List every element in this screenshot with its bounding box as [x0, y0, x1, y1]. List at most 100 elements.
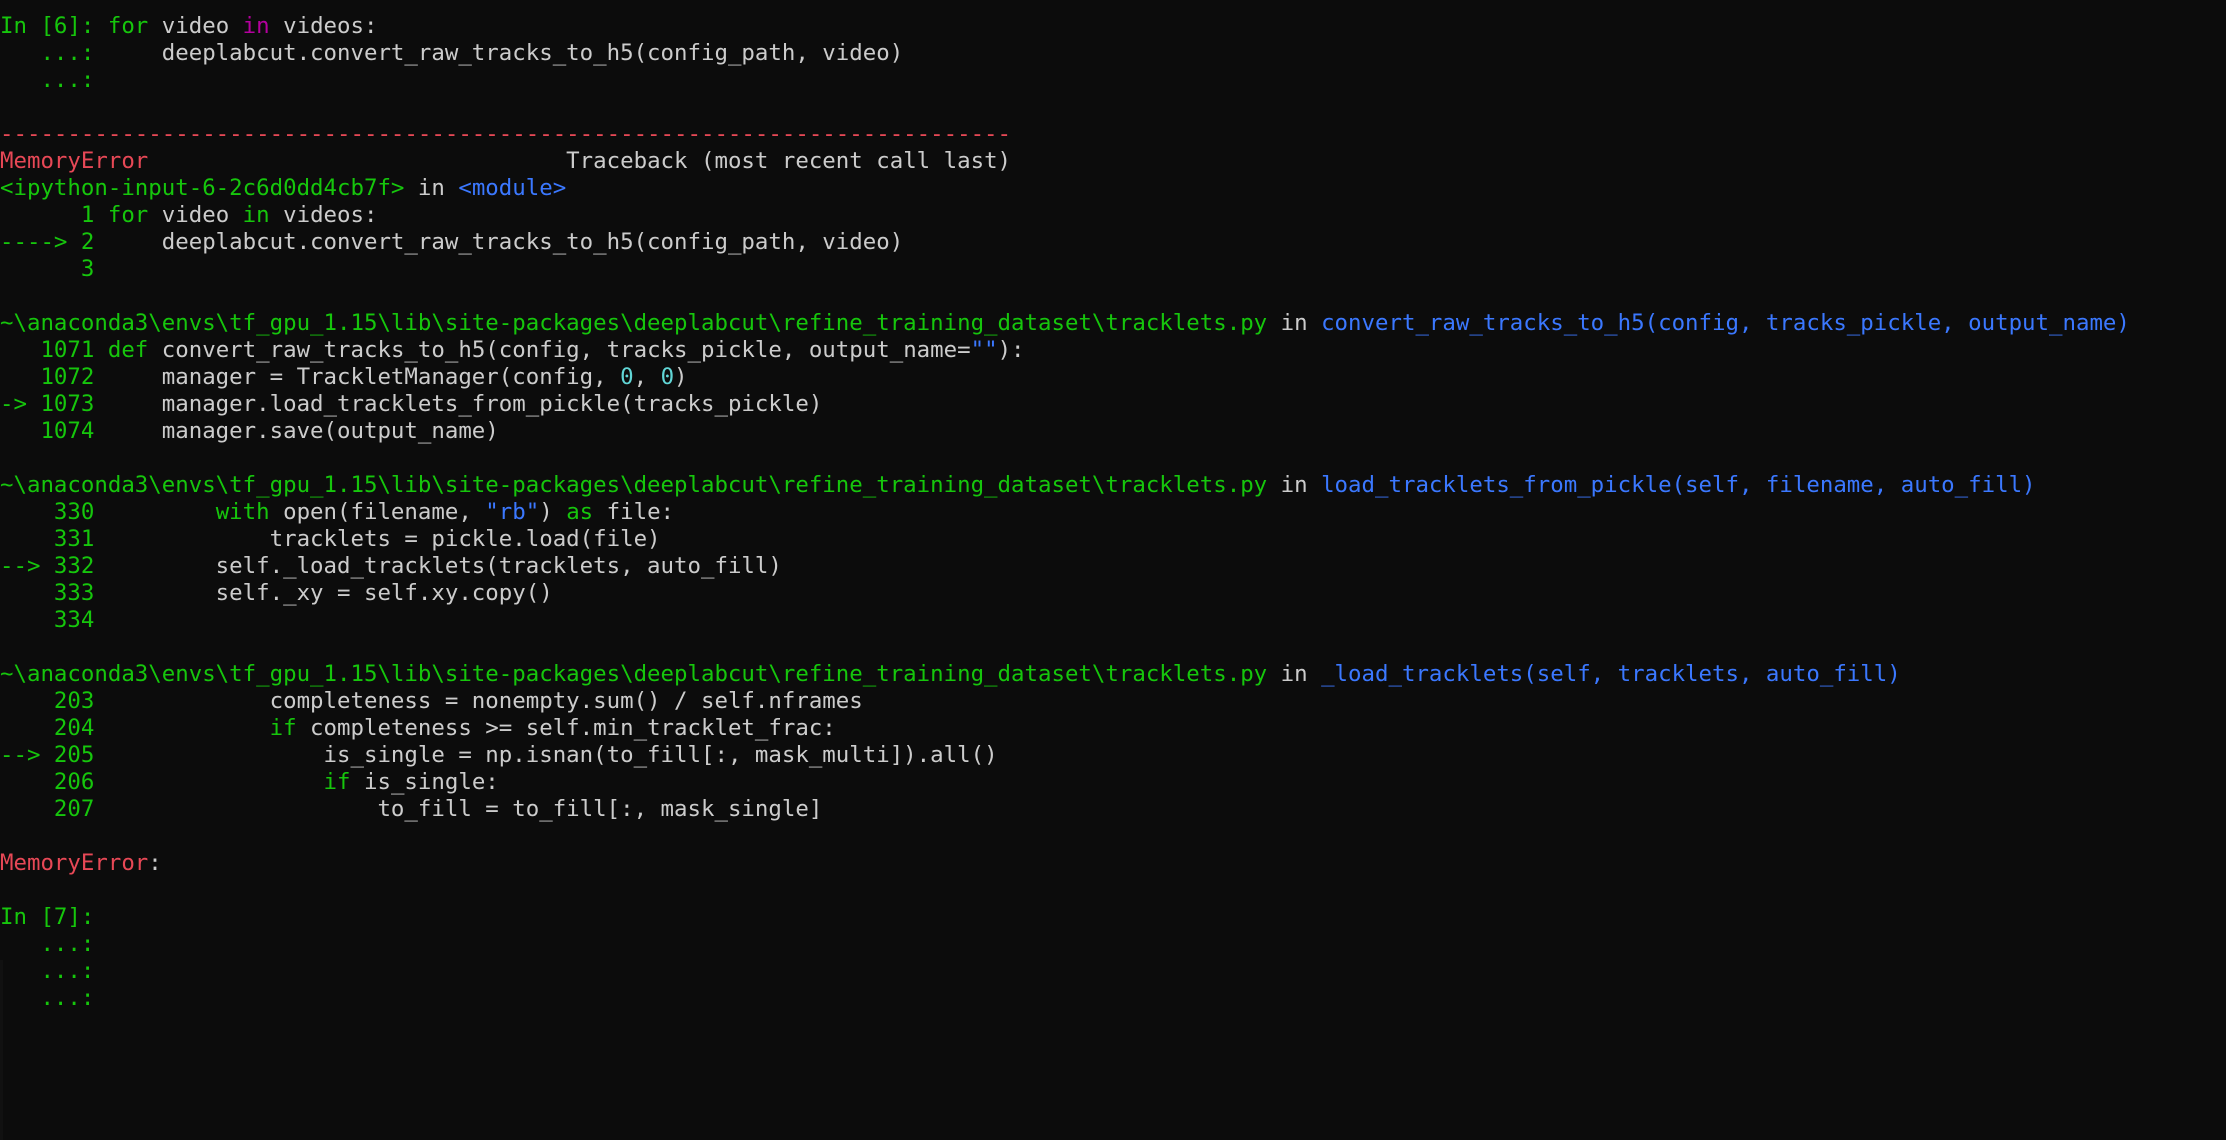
- text-segment: MemoryError: [0, 850, 149, 876]
- traceback-current-line: -> 1073 manager.load_tracklets_from_pick…: [0, 391, 2226, 418]
- text-segment: to_fill = to_fill[:, mask_single]: [107, 796, 823, 822]
- text-segment: 330: [0, 499, 108, 525]
- text-segment: 1074: [0, 418, 108, 444]
- text-segment: in: [242, 13, 270, 39]
- text-segment: ----> 2: [0, 229, 108, 255]
- text-segment: ~\anaconda3\envs\tf_gpu_1.15\lib\site-pa…: [0, 661, 1268, 687]
- text-segment: if: [269, 715, 297, 741]
- text-segment: ,: [633, 364, 661, 390]
- text-segment: 1072: [0, 364, 108, 390]
- input-prompt-line: In [7]:: [0, 904, 2226, 931]
- text-segment: if: [323, 769, 351, 795]
- text-segment: convert_raw_tracks_to_h5(config, tracks_…: [1321, 310, 2130, 336]
- text-segment: is_single:: [350, 769, 499, 795]
- text-segment: 333: [0, 580, 108, 606]
- traceback-code-line: 1 for video in videos:: [0, 202, 2226, 229]
- text-segment: 204: [0, 715, 108, 741]
- traceback-current-line: --> 205 is_single = np.isnan(to_fill[:, …: [0, 742, 2226, 769]
- text-segment: videos:: [269, 202, 378, 228]
- text-segment: 206: [0, 769, 108, 795]
- text-segment: 3: [0, 256, 95, 282]
- continuation-line: ...:: [0, 931, 2226, 958]
- traceback-code-line: 1072 manager = TrackletManager(config, 0…: [0, 364, 2226, 391]
- text-segment: ): [674, 364, 688, 390]
- text-segment: ...:: [0, 67, 95, 93]
- continuation-line: ...:: [0, 985, 2226, 1012]
- text-segment: with: [215, 499, 270, 525]
- continuation-line: ...:: [0, 958, 2226, 985]
- text-segment: video: [148, 202, 243, 228]
- error-header-line: MemoryError Traceback (most recent call …: [0, 148, 2226, 175]
- text-segment: <module>: [458, 175, 567, 201]
- text-segment: -> 1073: [0, 391, 108, 417]
- traceback-separator: ----------------------------------------…: [0, 121, 2226, 148]
- text-segment: 0: [620, 364, 634, 390]
- text-segment: --> 332: [0, 553, 108, 579]
- text-segment: completeness = nonempty.sum() / self.nfr…: [107, 688, 863, 714]
- traceback-code-line: 331 tracklets = pickle.load(file): [0, 526, 2226, 553]
- traceback-code-line: 333 self._xy = self.xy.copy(): [0, 580, 2226, 607]
- text-segment: MemoryError: [0, 148, 149, 174]
- traceback-location: <ipython-input-6-2c6d0dd4cb7f> in <modul…: [0, 175, 2226, 202]
- error-message-line: MemoryError:: [0, 850, 2226, 877]
- text-segment: --> 205: [0, 742, 108, 768]
- input-cursor-area[interactable]: [0, 960, 3, 1140]
- traceback-code-line: 206 if is_single:: [0, 769, 2226, 796]
- text-segment: self._xy = self.xy.copy(): [107, 580, 553, 606]
- text-segment: video: [148, 13, 243, 39]
- traceback-location: ~\anaconda3\envs\tf_gpu_1.15\lib\site-pa…: [0, 472, 2226, 499]
- terminal-window[interactable]: { "palette": { "background": "#0c0c0c", …: [0, 0, 2226, 1140]
- text-segment: 207: [0, 796, 108, 822]
- traceback-code-line: 204 if completeness >= self.min_tracklet…: [0, 715, 2226, 742]
- text-segment: manager.save(output_name): [107, 418, 499, 444]
- continuation-line: ...:: [0, 67, 2226, 94]
- text-segment: for: [107, 202, 149, 228]
- text-segment: Traceback (most recent call last): [148, 148, 1012, 174]
- traceback-code-line: 330 with open(filename, "rb") as file:: [0, 499, 2226, 526]
- text-segment: [108, 499, 216, 525]
- text-segment: videos:: [269, 13, 378, 39]
- text-segment: completeness >= self.min_tracklet_frac:: [296, 715, 836, 741]
- text-segment: :: [148, 850, 162, 876]
- text-segment: "": [970, 337, 998, 363]
- text-segment: ...:: [0, 40, 108, 66]
- text-segment: in: [242, 202, 270, 228]
- traceback-code-line: 207 to_fill = to_fill[:, mask_single]: [0, 796, 2226, 823]
- text-segment: ...:: [0, 931, 95, 957]
- text-segment: self._load_tracklets(tracklets, auto_fil…: [107, 553, 782, 579]
- input-prompt-line: In [6]: for video in videos:: [0, 13, 2226, 40]
- traceback-code-line: 203 completeness = nonempty.sum() / self…: [0, 688, 2226, 715]
- text-segment: _load_tracklets(self, tracklets, auto_fi…: [1321, 661, 1901, 687]
- text-segment: 1: [0, 202, 108, 228]
- traceback-current-line: --> 332 self._load_tracklets(tracklets, …: [0, 553, 2226, 580]
- text-segment: is_single = np.isnan(to_fill[:, mask_mul…: [107, 742, 998, 768]
- text-segment: in: [1267, 310, 1322, 336]
- text-segment: 1071: [0, 337, 108, 363]
- text-segment: 0: [660, 364, 675, 390]
- text-segment: In [6]:: [0, 13, 108, 39]
- text-segment: [108, 769, 324, 795]
- text-segment: tracklets = pickle.load(file): [107, 526, 661, 552]
- terminal-output: In [6]: for video in videos: ...: deepla…: [0, 13, 2226, 1012]
- text-segment: In [7]:: [0, 904, 95, 930]
- traceback-location: ~\anaconda3\envs\tf_gpu_1.15\lib\site-pa…: [0, 310, 2226, 337]
- text-segment: file:: [593, 499, 675, 525]
- text-segment: manager = TrackletManager(config,: [107, 364, 621, 390]
- text-segment: deeplabcut.convert_raw_tracks_to_h5(conf…: [107, 229, 904, 255]
- text-segment: ----------------------------------------…: [0, 121, 1012, 147]
- text-segment: <ipython-input-6-2c6d0dd4cb7f>: [0, 175, 405, 201]
- text-segment: as: [566, 499, 594, 525]
- traceback-location: ~\anaconda3\envs\tf_gpu_1.15\lib\site-pa…: [0, 661, 2226, 688]
- text-segment: in: [1267, 472, 1322, 498]
- text-segment: for: [107, 13, 149, 39]
- text-segment: in: [1267, 661, 1322, 687]
- text-segment: ): [539, 499, 567, 525]
- text-segment: ...:: [0, 985, 95, 1011]
- text-segment: deeplabcut.convert_raw_tracks_to_h5(conf…: [107, 40, 904, 66]
- text-segment: manager.load_tracklets_from_pickle(track…: [107, 391, 823, 417]
- text-segment: ~\anaconda3\envs\tf_gpu_1.15\lib\site-pa…: [0, 310, 1268, 336]
